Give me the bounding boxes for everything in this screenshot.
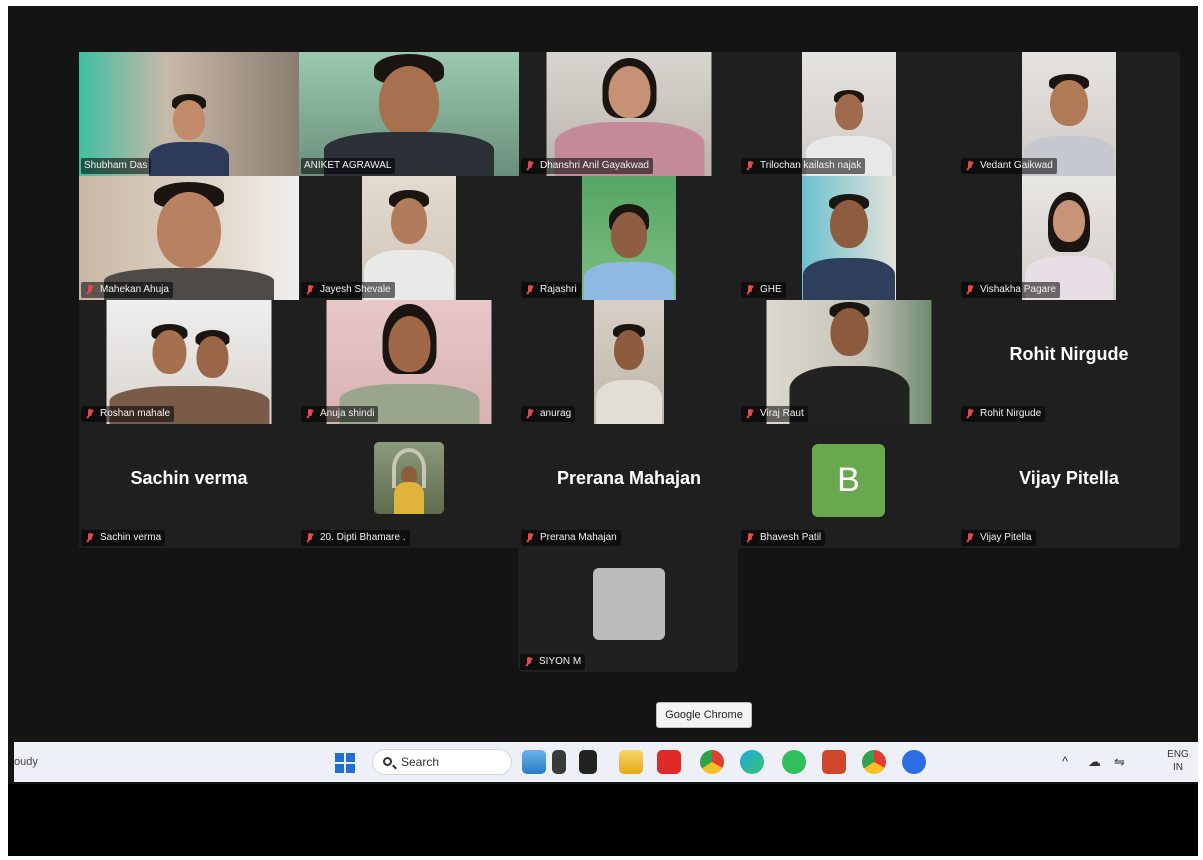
mic-muted-icon bbox=[524, 284, 536, 296]
mic-muted-icon bbox=[523, 656, 535, 668]
participant-tile[interactable]: Trilochan kailash najak bbox=[739, 52, 959, 176]
mic-muted-icon bbox=[84, 532, 96, 544]
mic-muted-icon bbox=[964, 532, 976, 544]
participant-tile[interactable]: Roshan mahale bbox=[79, 300, 299, 424]
mic-muted-icon bbox=[524, 532, 536, 544]
participant-tile-no-video[interactable]: B Bhavesh Patil bbox=[739, 424, 959, 548]
mic-muted-icon bbox=[84, 408, 96, 420]
mic-muted-icon bbox=[524, 160, 536, 172]
letter-avatar: B bbox=[812, 444, 885, 517]
participant-tile-no-video[interactable]: Rohit Nirgude Rohit Nirgude bbox=[959, 300, 1179, 424]
edge-icon[interactable] bbox=[740, 750, 764, 774]
participant-tile[interactable]: GHE bbox=[739, 176, 959, 300]
participant-video bbox=[594, 300, 664, 424]
mic-muted-icon bbox=[744, 532, 756, 544]
participant-tile[interactable]: Viraj Raut bbox=[739, 300, 959, 424]
chevron-up-icon[interactable]: ^ bbox=[1062, 754, 1068, 769]
news-app-icon[interactable] bbox=[552, 750, 566, 774]
zoom-app-icon[interactable] bbox=[902, 750, 926, 774]
participant-name-label: Dhanshri Anil Gayakwad bbox=[521, 158, 653, 174]
participant-tile-active-speaker[interactable]: ANIKET AGRAWAL bbox=[299, 52, 519, 176]
participant-tile-no-video[interactable]: Vijay Pitella Vijay Pitella bbox=[959, 424, 1179, 548]
participant-tile-no-video[interactable]: Prerana Mahajan Prerana Mahajan bbox=[519, 424, 739, 548]
mic-muted-icon bbox=[744, 408, 756, 420]
participant-name-label: ANIKET AGRAWAL bbox=[301, 158, 396, 174]
mic-muted-icon bbox=[304, 408, 316, 420]
mic-muted-icon bbox=[744, 284, 756, 296]
participant-name-label: Sachin verma bbox=[81, 530, 166, 546]
participant-tile[interactable]: anurag bbox=[519, 300, 739, 424]
file-explorer-app-icon[interactable] bbox=[522, 750, 546, 774]
taskbar-search-box[interactable]: Search bbox=[372, 749, 512, 775]
participant-tile[interactable]: Dhanshri Anil Gayakwad bbox=[519, 52, 739, 176]
participant-display-name: Sachin verma bbox=[130, 468, 248, 488]
participant-tile[interactable]: Vishakha Pagare bbox=[959, 176, 1179, 300]
participant-name-label: Vedant Gaikwad bbox=[961, 158, 1057, 174]
participant-name-label: Roshan mahale bbox=[81, 406, 175, 422]
powerpoint-icon[interactable] bbox=[822, 750, 846, 774]
taskbar-tooltip: Google Chrome bbox=[656, 702, 752, 728]
system-tray: ^ ☁ ⇋ ENG IN bbox=[1048, 742, 1198, 782]
participant-name-label: GHE bbox=[741, 282, 786, 298]
mic-muted-icon bbox=[524, 408, 536, 420]
participant-name-label: Vishakha Pagare bbox=[961, 282, 1060, 298]
whatsapp-icon[interactable] bbox=[782, 750, 806, 774]
participant-tile[interactable]: Mahekan Ahuja bbox=[79, 176, 299, 300]
network-icon[interactable]: ⇋ bbox=[1114, 754, 1125, 770]
profile-picture bbox=[374, 442, 444, 514]
participant-name-label: Rohit Nirgude bbox=[961, 406, 1046, 422]
youtube-icon[interactable] bbox=[657, 750, 681, 774]
participant-tile-no-video[interactable]: Sachin verma Sachin verma bbox=[79, 424, 299, 548]
participant-display-name: Prerana Mahajan bbox=[556, 468, 702, 488]
mic-muted-icon bbox=[964, 284, 976, 296]
participant-name-label: Trilochan kailash najak bbox=[741, 158, 866, 174]
participant-display-name: Rohit Nirgude bbox=[1009, 344, 1129, 364]
task-view-icon[interactable] bbox=[579, 750, 597, 774]
participant-tile[interactable]: Anuja shindi bbox=[299, 300, 519, 424]
participant-name-label: Rajashri bbox=[521, 282, 581, 298]
chrome-icon[interactable] bbox=[700, 750, 724, 774]
mic-muted-icon bbox=[84, 284, 96, 296]
mic-muted-icon bbox=[964, 408, 976, 420]
participant-name-label: Anuja shindi bbox=[301, 406, 379, 422]
participant-name-label: SIYON M bbox=[520, 654, 586, 670]
participant-name-label: Shubham Das bbox=[81, 158, 152, 174]
participant-tile[interactable]: Vedant Gaikwad bbox=[959, 52, 1179, 176]
participant-name-label: Jayesh Shevale bbox=[301, 282, 395, 298]
language-indicator[interactable]: ENG IN bbox=[1166, 748, 1190, 774]
cloud-icon[interactable]: ☁ bbox=[1088, 754, 1101, 770]
participant-name-label: Viraj Raut bbox=[741, 406, 808, 422]
participant-display-name: Vijay Pitella bbox=[1019, 468, 1119, 488]
participant-video bbox=[802, 176, 896, 300]
screen-bottom-edge bbox=[8, 784, 1198, 856]
video-gallery: Shubham Das ANIKET AGRAWAL Dhanshri Anil… bbox=[79, 52, 1180, 548]
participant-tile[interactable]: Rajashri bbox=[519, 176, 739, 300]
participant-name-label: Vijay Pitella bbox=[961, 530, 1036, 546]
folder-icon[interactable] bbox=[619, 750, 643, 774]
participant-tile[interactable]: Jayesh Shevale bbox=[299, 176, 519, 300]
profile-picture bbox=[593, 568, 665, 640]
participant-video bbox=[582, 176, 676, 300]
windows-taskbar: oudy Search ^ ☁ ⇋ ENG IN bbox=[14, 742, 1198, 782]
mic-muted-icon bbox=[304, 532, 316, 544]
participant-tile-no-video[interactable]: 20. Dipti Bhamare . bbox=[299, 424, 519, 548]
participant-name-label: anurag bbox=[521, 406, 576, 422]
participant-name-label: Prerana Mahajan bbox=[521, 530, 621, 546]
chrome-profile-icon[interactable] bbox=[862, 750, 886, 774]
mic-muted-icon bbox=[964, 160, 976, 172]
mic-muted-icon bbox=[744, 160, 756, 172]
participant-name-label: Mahekan Ahuja bbox=[81, 282, 173, 298]
search-icon bbox=[383, 757, 392, 766]
participant-tile-no-video[interactable]: SIYON M bbox=[518, 548, 738, 672]
weather-widget[interactable]: oudy bbox=[14, 756, 38, 768]
windows-start-icon[interactable] bbox=[335, 753, 355, 773]
participant-name-label: Bhavesh Patil bbox=[741, 530, 826, 546]
participant-tile[interactable]: Shubham Das bbox=[79, 52, 299, 176]
participant-name-label: 20. Dipti Bhamare . bbox=[301, 530, 410, 546]
mic-muted-icon bbox=[304, 284, 316, 296]
